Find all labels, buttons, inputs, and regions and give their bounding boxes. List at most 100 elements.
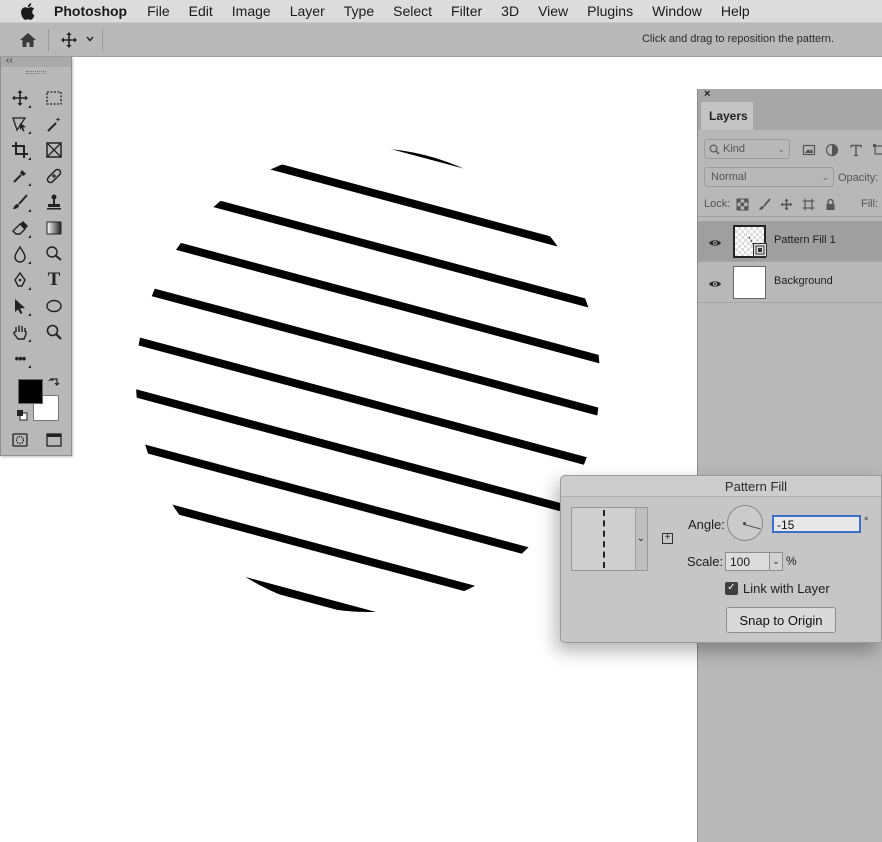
foreground-color-swatch[interactable] [18, 379, 43, 404]
options-separator [102, 29, 103, 51]
scale-dropdown[interactable]: ⌄ [769, 552, 783, 571]
lock-artboard-icon[interactable] [802, 198, 815, 211]
layer-thumbnail [733, 266, 766, 299]
menu-app-photoshop[interactable]: Photoshop [54, 3, 127, 19]
apple-icon[interactable] [20, 2, 38, 20]
menu-view[interactable]: View [538, 3, 568, 19]
home-icon[interactable] [18, 31, 38, 49]
swap-colors-icon[interactable] [48, 377, 60, 389]
kind-filter-select[interactable]: Kind ⌄ [704, 139, 790, 159]
hand-tool[interactable] [9, 321, 31, 343]
angle-label: Angle: [688, 517, 725, 532]
menu-window[interactable]: Window [652, 3, 702, 19]
gradient-tool[interactable] [43, 217, 65, 239]
pattern-picker[interactable]: ⌄ [571, 507, 648, 571]
menu-edit[interactable]: Edit [189, 3, 213, 19]
chevron-down-icon: ⌄ [821, 172, 829, 182]
healing-tool[interactable] [43, 165, 65, 187]
chevron-down-icon: ⌄ [772, 556, 780, 566]
angle-dial[interactable] [727, 505, 763, 541]
more-tools[interactable]: ••• [9, 347, 31, 369]
zoom-tool[interactable] [43, 321, 65, 343]
layer-filter-row: Kind ⌄ [698, 137, 882, 163]
layers-tab-row: Layers [698, 102, 882, 130]
adjustment-filter-icon[interactable] [825, 143, 839, 157]
lock-transparent-icon[interactable] [736, 198, 749, 211]
menu-layer[interactable]: Layer [290, 3, 325, 19]
menu-image[interactable]: Image [232, 3, 271, 19]
snap-to-origin-button[interactable]: Snap to Origin [726, 607, 836, 633]
fill-label: Fill: [861, 198, 879, 210]
pen-tool[interactable] [9, 269, 31, 291]
frame-tool[interactable] [43, 139, 65, 161]
magic-wand-tool[interactable] [43, 113, 65, 135]
image-filter-icon[interactable] [802, 143, 816, 157]
menu-file[interactable]: File [147, 3, 170, 19]
crop-tool[interactable] [9, 139, 31, 161]
dodge-tool[interactable] [43, 243, 65, 265]
lock-position-icon[interactable] [780, 198, 793, 211]
eye-icon[interactable] [708, 277, 722, 287]
menu-help[interactable]: Help [721, 3, 750, 19]
screen-mode-tool[interactable] [43, 429, 65, 451]
menu-bar: Photoshop File Edit Image Layer Type Sel… [0, 0, 882, 23]
stamp-tool[interactable] [43, 191, 65, 213]
more-tools-glyph: ••• [14, 350, 27, 366]
options-bar: Click and drag to reposition the pattern… [0, 23, 882, 57]
menu-type[interactable]: Type [344, 3, 374, 19]
collapse-icon[interactable]: ‹‹ [6, 55, 13, 66]
move-tool[interactable] [9, 87, 31, 109]
kind-filter-label: Kind [723, 143, 746, 155]
menu-plugins[interactable]: Plugins [587, 3, 633, 19]
chevron-down-icon: ⌄ [636, 533, 645, 544]
ellipse-tool[interactable] [43, 295, 65, 317]
search-icon [709, 144, 720, 155]
chevron-down-icon: ⌄ [777, 144, 785, 154]
blur-tool[interactable] [9, 243, 31, 265]
angle-input[interactable] [772, 515, 861, 533]
lock-label: Lock: [704, 198, 731, 210]
brush-tool[interactable] [9, 191, 31, 213]
scale-label: Scale: [687, 554, 724, 569]
dialog-title: Pattern Fill [561, 476, 881, 497]
link-with-layer-label[interactable]: Link with Layer [743, 581, 830, 596]
blend-mode-value: Normal [711, 171, 747, 183]
quick-mask-tool[interactable] [9, 429, 31, 451]
layer-row-pattern-fill[interactable]: Pattern Fill 1 [698, 221, 882, 262]
menu-3d[interactable]: 3D [501, 3, 519, 19]
eyedropper-tool[interactable] [9, 165, 31, 187]
layer-row-background[interactable]: Background [698, 262, 882, 303]
default-colors-icon[interactable] [16, 409, 28, 421]
layer-name: Pattern Fill 1 [774, 234, 836, 246]
scale-input[interactable]: 100 [725, 552, 770, 571]
tab-layers[interactable]: Layers [701, 102, 753, 130]
opacity-label: Opacity: [838, 172, 879, 184]
layer-name: Background [774, 275, 833, 287]
menu-filter[interactable]: Filter [451, 3, 482, 19]
eye-icon[interactable] [708, 236, 722, 246]
degree-symbol: ° [864, 516, 869, 528]
rect-marquee-tool[interactable] [43, 87, 65, 109]
path-select-tool[interactable] [9, 295, 31, 317]
link-with-layer-checkbox[interactable]: ✓ [725, 582, 738, 595]
move-icon[interactable] [60, 31, 78, 49]
tools-panel: ‹‹ T ••• [0, 55, 72, 456]
lock-all-icon[interactable] [824, 198, 837, 211]
layers-panel: × Layers Kind ⌄ Normal ⌄ Opacity: Lock: … [697, 88, 882, 842]
chevron-down-icon[interactable] [85, 33, 95, 45]
close-icon[interactable]: × [704, 88, 710, 100]
blend-mode-select[interactable]: Normal ⌄ [704, 167, 834, 187]
eraser-tool[interactable] [9, 217, 31, 239]
tools-grip[interactable] [1, 67, 71, 77]
lock-pixels-icon[interactable] [758, 198, 771, 211]
type-tool[interactable]: T [43, 269, 65, 291]
tools-panel-header: ‹‹ [1, 55, 71, 67]
menu-select[interactable]: Select [393, 3, 432, 19]
new-preset-icon[interactable]: + [662, 533, 673, 544]
layers-panel-closebar: × [698, 88, 882, 102]
pattern-fill-dialog: Pattern Fill ⌄ + Angle: ° Scale: 100 ⌄ %… [560, 475, 882, 643]
shape-filter-icon[interactable] [872, 143, 882, 157]
object-select-tool[interactable] [9, 113, 31, 135]
percent-symbol: % [786, 554, 797, 568]
type-filter-icon[interactable] [849, 143, 863, 157]
